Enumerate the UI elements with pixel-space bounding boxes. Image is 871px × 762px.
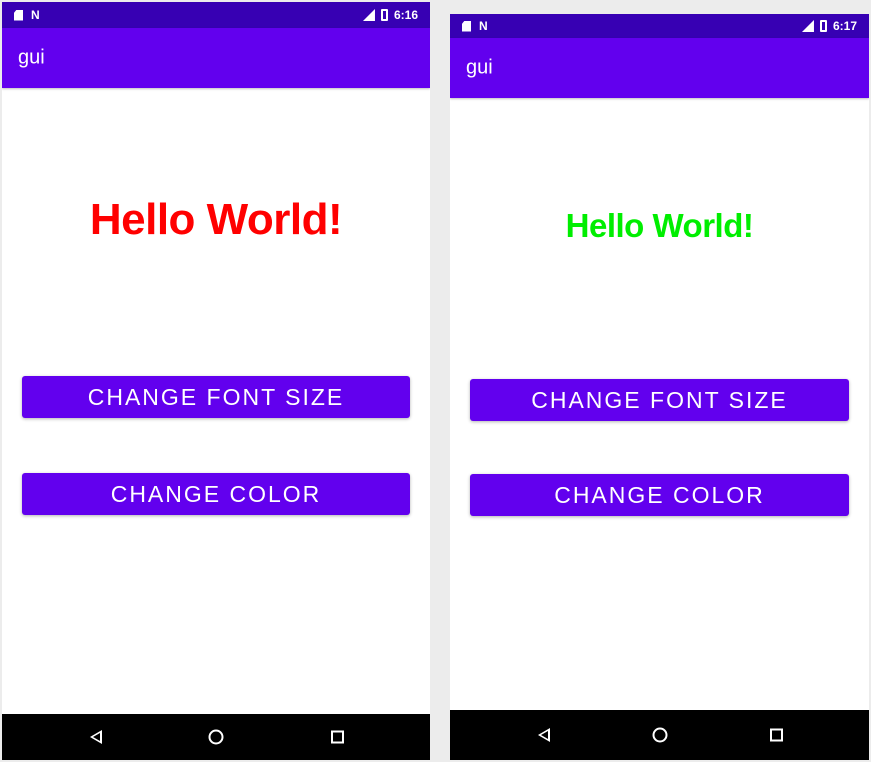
recents-icon[interactable] [331, 730, 344, 744]
phone-screen-left: N 6:16 gui Hello World! CHANGE FONT SIZE… [2, 2, 430, 760]
home-icon[interactable] [208, 729, 224, 745]
app-bar: gui [450, 38, 869, 98]
battery-icon [380, 9, 388, 21]
status-time: 6:16 [393, 8, 418, 22]
sd-card-icon [462, 20, 471, 32]
signal-icon [801, 20, 814, 32]
status-icons-right: 6:17 [801, 19, 857, 33]
hello-world-text: Hello World! [89, 195, 343, 244]
change-color-button[interactable]: CHANGE COLOR [22, 473, 410, 515]
status-icons-left: N [462, 20, 488, 32]
home-icon[interactable] [652, 727, 667, 743]
sd-card-icon [14, 9, 23, 21]
app-bar: gui [2, 28, 430, 88]
status-bar: N 6:17 [450, 14, 869, 38]
phone-screen-right: N 6:17 gui Hello World! CHANGE FONT SIZE… [450, 14, 869, 760]
navigation-bar [2, 714, 430, 760]
change-font-size-button[interactable]: CHANGE FONT SIZE [22, 376, 410, 418]
battery-icon [819, 20, 827, 32]
status-icons-left: N [14, 9, 40, 21]
signal-icon [362, 9, 375, 21]
navigation-bar [450, 710, 869, 760]
n-notification-icon: N [479, 19, 488, 33]
back-icon[interactable] [90, 730, 102, 744]
app-title: gui [18, 46, 45, 69]
change-color-button[interactable]: CHANGE COLOR [470, 474, 849, 516]
change-font-size-button[interactable]: CHANGE FONT SIZE [470, 379, 849, 421]
status-bar: N 6:16 [2, 2, 430, 28]
hello-world-text: Hello World! [565, 207, 754, 244]
status-icons-right: 6:16 [362, 8, 418, 22]
status-time: 6:17 [832, 19, 857, 33]
app-title: gui [466, 56, 493, 79]
back-icon[interactable] [538, 728, 550, 742]
recents-icon[interactable] [770, 728, 783, 742]
n-notification-icon: N [31, 8, 40, 22]
